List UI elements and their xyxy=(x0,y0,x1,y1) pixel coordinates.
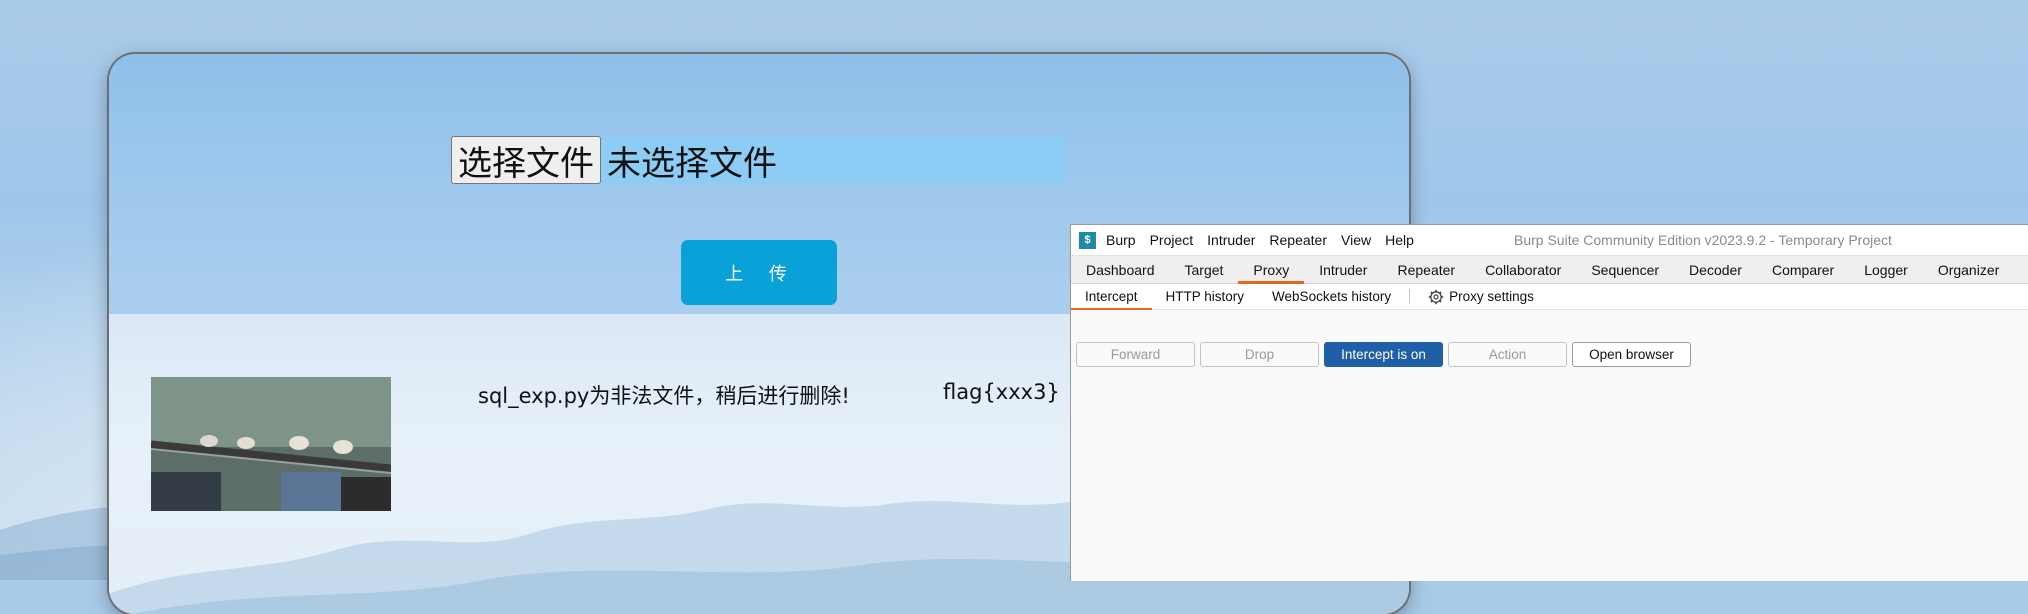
uploaded-photo-thumbnail xyxy=(151,377,391,511)
tab-logger[interactable]: Logger xyxy=(1849,256,1923,283)
upload-button[interactable]: 上 传 xyxy=(681,240,837,305)
burp-logo-icon: $ xyxy=(1079,231,1096,249)
tab-intruder[interactable]: Intruder xyxy=(1304,256,1382,283)
window-title: Burp Suite Community Edition v2023.9.2 -… xyxy=(1514,232,1892,248)
tab-proxy[interactable]: Proxy xyxy=(1238,256,1305,284)
burp-suite-window: $ Burp Project Intruder Repeater View He… xyxy=(1070,224,2028,581)
flag-text: flag{xxx3} xyxy=(943,380,1060,404)
proxy-settings-button[interactable]: Proxy settings xyxy=(1414,284,1548,309)
drop-button[interactable]: Drop xyxy=(1200,342,1319,367)
proxy-subtab-bar: Intercept HTTP history WebSockets histor… xyxy=(1071,284,2028,310)
tab-target[interactable]: Target xyxy=(1170,256,1239,283)
tab-comparer[interactable]: Comparer xyxy=(1757,256,1849,283)
tab-sequencer[interactable]: Sequencer xyxy=(1576,256,1674,283)
burp-menu-bar: Burp Project Intruder Repeater View Help xyxy=(1106,232,1428,248)
illegal-file-message: sql_exp.py为非法文件，稍后进行删除! xyxy=(478,384,850,408)
menu-view[interactable]: View xyxy=(1341,232,1371,248)
tab-decoder[interactable]: Decoder xyxy=(1674,256,1757,283)
tab-organizer[interactable]: Organizer xyxy=(1923,256,2014,283)
intercept-toggle-button[interactable]: Intercept is on xyxy=(1324,342,1443,367)
menu-repeater[interactable]: Repeater xyxy=(1269,232,1327,248)
intercept-toolbar: Forward Drop Intercept is on Action Open… xyxy=(1076,342,1691,367)
main-tab-bar: Dashboard Target Proxy Intruder Repeater… xyxy=(1071,255,2028,284)
subtab-websockets-history[interactable]: WebSockets history xyxy=(1258,284,1405,309)
choose-file-button[interactable]: 选择文件 xyxy=(451,136,601,184)
file-chooser[interactable]: 选择文件 未选择文件 xyxy=(451,136,1065,184)
gear-icon xyxy=(1428,289,1444,304)
forward-button[interactable]: Forward xyxy=(1076,342,1195,367)
menu-help[interactable]: Help xyxy=(1385,232,1414,248)
tab-repeater[interactable]: Repeater xyxy=(1382,256,1470,283)
menu-burp[interactable]: Burp xyxy=(1106,232,1136,248)
proxy-settings-label: Proxy settings xyxy=(1449,289,1534,304)
subtab-http-history[interactable]: HTTP history xyxy=(1152,284,1259,309)
action-button[interactable]: Action xyxy=(1448,342,1567,367)
open-browser-button[interactable]: Open browser xyxy=(1572,342,1691,367)
subtab-separator xyxy=(1409,289,1411,304)
menu-intruder[interactable]: Intruder xyxy=(1207,232,1255,248)
tab-collaborator[interactable]: Collaborator xyxy=(1470,256,1576,283)
burp-titlebar: $ Burp Project Intruder Repeater View He… xyxy=(1071,225,2028,255)
tab-dashboard[interactable]: Dashboard xyxy=(1071,256,1170,283)
file-status-text: 未选择文件 xyxy=(601,136,1065,184)
menu-project[interactable]: Project xyxy=(1150,232,1194,248)
subtab-intercept[interactable]: Intercept xyxy=(1071,284,1152,310)
